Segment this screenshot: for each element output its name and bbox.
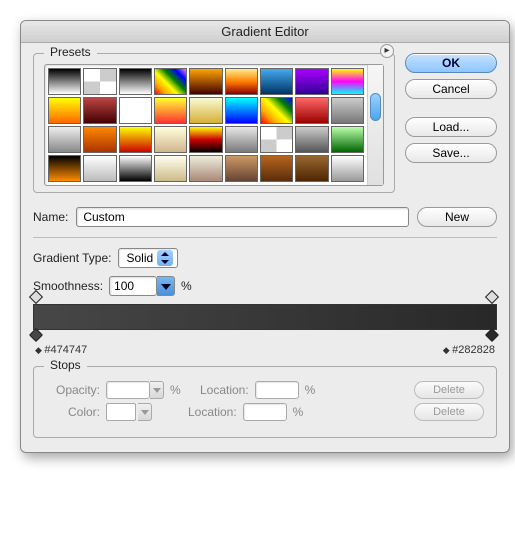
presets-legend: Presets xyxy=(44,45,97,59)
presets-group: Presets ▸ xyxy=(33,53,395,193)
preset-swatch[interactable] xyxy=(225,155,258,182)
gradient-type-select[interactable]: Solid xyxy=(118,248,179,268)
color-dropdown-icon[interactable] xyxy=(138,403,152,421)
preset-swatch[interactable] xyxy=(295,68,328,95)
preset-swatch[interactable] xyxy=(331,97,364,124)
name-label: Name: xyxy=(33,210,68,224)
color-location-unit: % xyxy=(293,405,304,419)
gradient-type-value: Solid xyxy=(127,251,154,265)
preset-swatch[interactable] xyxy=(154,155,187,182)
preset-swatch[interactable] xyxy=(48,126,81,153)
preset-swatch[interactable] xyxy=(154,68,187,95)
window-title: Gradient Editor xyxy=(221,24,308,39)
updown-arrows-icon xyxy=(157,250,173,266)
opacity-input[interactable] xyxy=(106,381,150,399)
preset-swatch[interactable] xyxy=(154,97,187,124)
color-location-label: Location: xyxy=(183,405,237,419)
preset-swatch[interactable] xyxy=(119,155,152,182)
preset-swatch[interactable] xyxy=(189,97,222,124)
gradient-bar-area xyxy=(33,304,497,330)
opacity-stop-left[interactable] xyxy=(31,292,43,304)
stops-group: Stops Opacity: % Location: % Delete Colo… xyxy=(33,366,497,438)
opacity-label: Opacity: xyxy=(46,383,100,397)
smoothness-unit: % xyxy=(181,279,192,293)
preset-swatch[interactable] xyxy=(83,97,116,124)
preset-swatch[interactable] xyxy=(119,126,152,153)
preset-swatch[interactable] xyxy=(260,68,293,95)
smoothness-input[interactable] xyxy=(109,276,157,296)
preset-swatch[interactable] xyxy=(189,155,222,182)
preset-swatch[interactable] xyxy=(295,155,328,182)
preset-swatch[interactable] xyxy=(260,97,293,124)
color-label: Color: xyxy=(46,405,100,419)
opacity-unit: % xyxy=(170,383,181,397)
preset-swatch[interactable] xyxy=(331,126,364,153)
preset-swatch[interactable] xyxy=(119,68,152,95)
titlebar: Gradient Editor xyxy=(21,21,509,43)
gradient-bar[interactable] xyxy=(33,304,497,330)
cancel-button[interactable]: Cancel xyxy=(405,79,497,99)
preset-swatch[interactable] xyxy=(260,155,293,182)
presets-grid xyxy=(45,65,367,185)
save-button[interactable]: Save... xyxy=(405,143,497,163)
opacity-dropdown-icon[interactable] xyxy=(150,381,164,399)
opacity-delete-button[interactable]: Delete xyxy=(414,381,484,399)
preset-swatch[interactable] xyxy=(189,126,222,153)
preset-swatch[interactable] xyxy=(331,68,364,95)
color-stop-left[interactable] xyxy=(31,330,43,342)
smoothness-label: Smoothness: xyxy=(33,279,103,293)
preset-swatch[interactable] xyxy=(83,155,116,182)
preset-swatch[interactable] xyxy=(48,155,81,182)
color-delete-button[interactable]: Delete xyxy=(414,403,484,421)
gradient-editor-window: Gradient Editor Presets ▸ OK Cancel xyxy=(20,20,510,453)
presets-flyout-icon[interactable]: ▸ xyxy=(380,44,394,58)
scrollbar-thumb[interactable] xyxy=(370,93,381,121)
opacity-location-unit: % xyxy=(305,383,316,397)
preset-swatch[interactable] xyxy=(48,97,81,124)
preset-swatch[interactable] xyxy=(83,126,116,153)
right-color-readout: #282828 xyxy=(443,344,495,356)
preset-swatch[interactable] xyxy=(295,97,328,124)
color-swatch[interactable] xyxy=(106,403,136,421)
preset-swatch[interactable] xyxy=(225,126,258,153)
preset-swatch[interactable] xyxy=(331,155,364,182)
opacity-location-label: Location: xyxy=(195,383,249,397)
preset-swatch[interactable] xyxy=(260,126,293,153)
load-button[interactable]: Load... xyxy=(405,117,497,137)
dialog-content: Presets ▸ OK Cancel Load... Save... xyxy=(21,43,509,452)
ok-button[interactable]: OK xyxy=(405,53,497,73)
preset-swatch[interactable] xyxy=(295,126,328,153)
preset-swatch[interactable] xyxy=(83,68,116,95)
smoothness-dropdown-icon[interactable] xyxy=(157,276,175,296)
preset-swatch[interactable] xyxy=(119,97,152,124)
preset-swatch[interactable] xyxy=(189,68,222,95)
color-location-input[interactable] xyxy=(243,403,287,421)
preset-swatch[interactable] xyxy=(48,68,81,95)
preset-swatch[interactable] xyxy=(225,68,258,95)
left-color-readout: #474747 xyxy=(35,344,87,356)
preset-swatch[interactable] xyxy=(225,97,258,124)
preset-swatch[interactable] xyxy=(154,126,187,153)
new-button[interactable]: New xyxy=(417,207,497,227)
color-stop-right[interactable] xyxy=(487,330,499,342)
opacity-location-input[interactable] xyxy=(255,381,299,399)
name-input[interactable] xyxy=(76,207,409,227)
divider xyxy=(33,237,497,238)
opacity-stop-right[interactable] xyxy=(487,292,499,304)
gradient-type-label: Gradient Type: xyxy=(33,251,112,265)
presets-scrollbar[interactable] xyxy=(367,65,383,185)
stops-legend: Stops xyxy=(44,358,87,372)
